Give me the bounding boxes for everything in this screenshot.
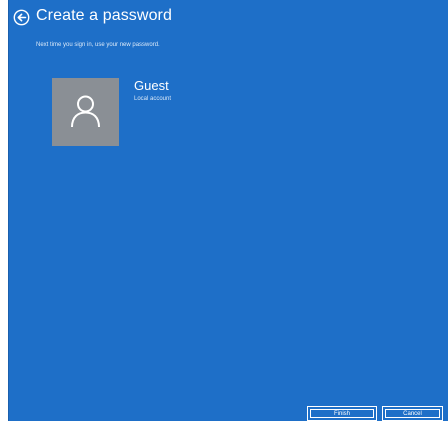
create-password-window: Create a password Next time you sign in,… [8, 0, 448, 421]
account-type: Local account [134, 96, 172, 102]
cancel-button-label: Cancel [385, 409, 440, 418]
cancel-button[interactable]: Cancel [382, 406, 443, 421]
finish-button[interactable]: Finish [307, 406, 377, 421]
page-title: Create a password [36, 7, 172, 24]
account-name: Guest [134, 78, 169, 93]
back-arrow-icon [13, 9, 30, 26]
finish-button-label: Finish [310, 409, 374, 418]
avatar [52, 78, 119, 146]
page-subtitle: Next time you sign in, use your new pass… [36, 42, 160, 48]
user-icon [71, 95, 100, 128]
back-button[interactable] [13, 9, 30, 26]
